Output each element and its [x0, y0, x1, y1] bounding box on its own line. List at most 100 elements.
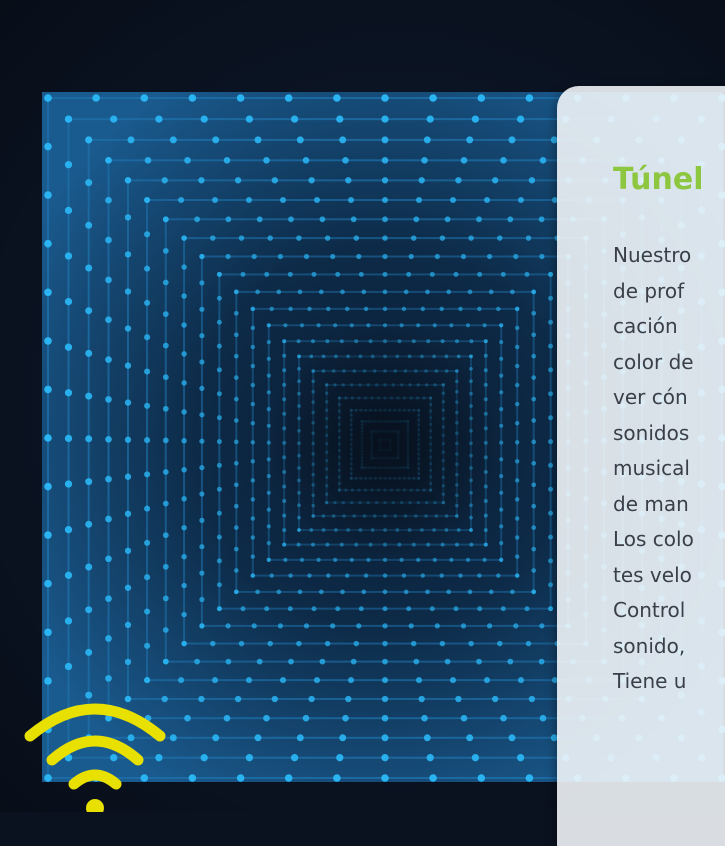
led-dot [288, 306, 293, 312]
led-dot [335, 606, 341, 612]
led-dot [458, 306, 463, 312]
led-dot [199, 280, 205, 286]
led-dot [361, 589, 367, 595]
led-dot [381, 754, 389, 762]
led-dot [140, 94, 149, 102]
led-dot [199, 596, 205, 603]
led-dot [432, 557, 437, 563]
led-dot [245, 754, 254, 762]
led-dot [199, 623, 205, 629]
led-dot [105, 435, 112, 443]
led-dot [216, 510, 222, 516]
led-dot [233, 589, 239, 595]
led-dot [216, 582, 222, 588]
led-dot [497, 640, 503, 647]
led-dot [233, 375, 239, 380]
led-dot [44, 239, 52, 248]
led-dot [339, 136, 347, 144]
led-dot [324, 640, 331, 647]
led-dot [144, 334, 151, 341]
led-dot [531, 310, 537, 316]
led-dot [199, 491, 205, 497]
led-dot [162, 627, 169, 633]
led-dot [531, 503, 537, 509]
led-dot [225, 216, 232, 223]
led-dot [497, 235, 503, 241]
led-dot [124, 547, 132, 554]
led-dot [381, 94, 389, 102]
led-dot [421, 714, 428, 722]
led-dot [240, 271, 246, 277]
led-dot [439, 306, 444, 312]
led-dot [539, 714, 547, 722]
led-dot [155, 115, 163, 123]
led-dot [296, 136, 304, 144]
led-dot [282, 528, 287, 533]
led-dot [85, 136, 93, 144]
led-dot [500, 714, 507, 722]
card-body-line: color de [613, 349, 694, 374]
led-dot [216, 534, 222, 540]
led-dot [531, 525, 537, 530]
led-dot [162, 500, 169, 507]
led-dot [429, 94, 437, 102]
led-dot [500, 271, 506, 277]
led-dot [188, 94, 197, 102]
led-dot [460, 156, 468, 164]
led-dot [345, 177, 352, 184]
led-dot [330, 253, 336, 260]
led-dot [471, 115, 480, 123]
led-dot [455, 695, 462, 703]
led-dot [363, 306, 369, 312]
led-dot [162, 248, 169, 254]
led-dot [483, 677, 491, 684]
led-dot [124, 288, 132, 295]
led-dot [250, 363, 256, 369]
led-dot [200, 754, 208, 762]
led-dot [144, 265, 151, 272]
led-dot [225, 253, 231, 260]
led-dot [233, 503, 239, 509]
led-dot [199, 438, 205, 444]
led-dot [514, 344, 520, 350]
card-body: Nuestro de prof cación color de ver cón … [613, 238, 725, 700]
led-dot [245, 196, 253, 204]
led-dot [255, 289, 260, 295]
led-dot [124, 621, 132, 629]
led-dot [85, 520, 93, 528]
led-dot [297, 589, 303, 595]
led-dot [513, 623, 519, 629]
led-dot [216, 558, 222, 564]
led-dot [269, 306, 274, 312]
led-dot [333, 774, 341, 782]
led-dot [514, 401, 520, 407]
led-dot [44, 677, 52, 685]
led-dot [181, 438, 187, 444]
led-dot [339, 734, 347, 742]
led-dot [336, 754, 344, 762]
led-dot [531, 332, 537, 338]
led-dot [499, 390, 504, 395]
led-dot [250, 535, 256, 540]
led-dot [181, 611, 187, 618]
led-dot [296, 339, 301, 344]
led-dot [516, 115, 525, 123]
led-dot [216, 343, 222, 349]
led-dot [548, 271, 554, 277]
led-dot [548, 319, 554, 325]
led-dot [254, 734, 262, 742]
led-dot [444, 216, 451, 223]
led-dot [467, 589, 473, 595]
led-dot [105, 675, 112, 682]
led-dot [44, 579, 52, 588]
led-dot [199, 517, 205, 524]
led-dot [181, 380, 187, 386]
led-dot [181, 582, 187, 589]
led-dot [381, 714, 389, 722]
led-dot [240, 606, 246, 612]
led-dot [381, 695, 389, 703]
led-dot [514, 497, 520, 502]
led-dot [381, 734, 389, 742]
led-dot [64, 389, 73, 397]
led-dot [85, 307, 93, 315]
